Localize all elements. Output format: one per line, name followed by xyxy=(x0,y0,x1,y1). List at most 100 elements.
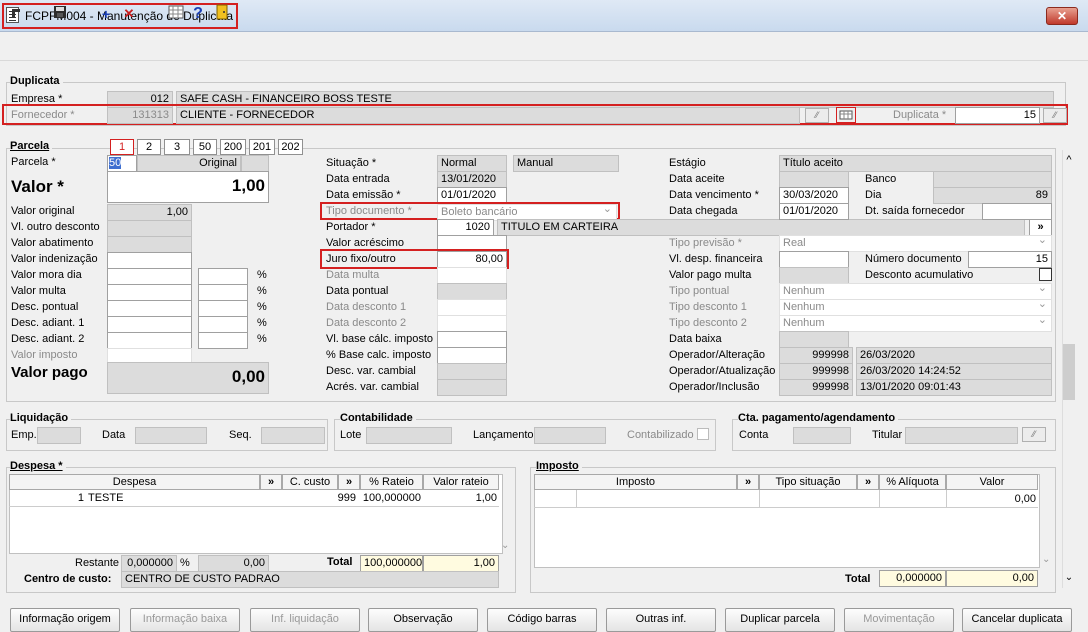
mora-dia-pct-field[interactable] xyxy=(198,268,248,285)
desc-adiant2-field[interactable] xyxy=(107,332,192,349)
data-multa-label: Data multa xyxy=(326,269,380,281)
valor-multa-field[interactable] xyxy=(107,284,192,301)
duplicata-field[interactable]: 15 xyxy=(955,107,1040,124)
data-pontual-field xyxy=(437,283,507,300)
titular-search-button[interactable]: ⁄⁄ xyxy=(1022,427,1046,442)
pct-base-calc-label: % Base calc. imposto xyxy=(326,349,432,361)
scroll-down-icon[interactable]: ⌄ xyxy=(1063,572,1075,583)
imposto-col-arrow1[interactable]: » xyxy=(737,474,759,490)
portador-code-field[interactable]: 1020 xyxy=(437,219,494,236)
juro-field[interactable]: 80,00 xyxy=(437,251,507,268)
tipo-previsao-select[interactable]: Real xyxy=(779,235,1052,252)
tipo-desconto1-select[interactable]: Nenhum xyxy=(779,299,1052,316)
movimentacao-button[interactable]: Movimentação xyxy=(844,608,954,632)
pct-base-calc-field[interactable] xyxy=(437,347,507,364)
fornecedor-label: Fornecedor * xyxy=(11,109,75,121)
pct-label: % xyxy=(257,333,267,345)
liq-data-field xyxy=(135,427,207,444)
numero-documento-field[interactable]: 15 xyxy=(968,251,1052,268)
despesa-col-arrow2[interactable]: » xyxy=(338,474,360,490)
tipo-desconto2-select[interactable]: Nenhum xyxy=(779,315,1052,332)
desconto-acumulativo-checkbox[interactable] xyxy=(1039,268,1052,281)
imposto-row-divider xyxy=(946,490,947,508)
tipo-previsao-label: Tipo previsão * xyxy=(669,237,742,249)
codigo-barras-button[interactable]: Código barras xyxy=(487,608,597,632)
restante-pct-sign: % xyxy=(180,557,190,569)
parcela-tab-50[interactable]: 50 xyxy=(193,139,217,155)
despesa-row-rateio: 100,000000 xyxy=(362,492,421,504)
parcela-tab-202[interactable]: 202 xyxy=(278,139,303,155)
data-desconto1-field xyxy=(437,299,507,316)
imposto-scroll-down-icon[interactable]: ⌄ xyxy=(1042,554,1050,565)
scroll-up-icon[interactable]: ^ xyxy=(1063,154,1075,166)
door-icon[interactable] xyxy=(212,4,232,24)
op-inclusao-date: 13/01/2020 09:01:43 xyxy=(856,379,1052,396)
despesa-total-pct: 100,000000 xyxy=(360,555,423,572)
informacao-origem-button[interactable]: Informação origem xyxy=(10,608,120,632)
parcela-tab-2[interactable]: 2 xyxy=(137,139,161,155)
fornecedor-search-button[interactable]: ⁄⁄ xyxy=(805,108,829,123)
centro-custo-field: CENTRO DE CUSTO PADRAO xyxy=(121,571,499,588)
despesa-scroll-down-icon[interactable]: ⌄ xyxy=(501,540,509,551)
informacao-baixa-button[interactable]: Informação baixa xyxy=(130,608,240,632)
parcela-tab-201[interactable]: 201 xyxy=(249,139,275,155)
duplicata-search-button[interactable]: ⁄⁄ xyxy=(1043,108,1067,123)
valor-indenizacao-field[interactable] xyxy=(107,252,192,269)
despesa-row-ccusto: 999 xyxy=(337,492,356,504)
fornecedor-code-field[interactable]: 131313 xyxy=(107,107,173,124)
multa-pct-field[interactable] xyxy=(198,284,248,301)
desc-adiant1-pct-field[interactable] xyxy=(198,316,248,333)
op-alteracao-label: Operador/Alteração xyxy=(669,349,765,361)
vl-base-calc-field[interactable] xyxy=(437,331,507,348)
duplicata-label: Duplicata * xyxy=(893,109,947,121)
calculator-icon[interactable] xyxy=(166,4,186,24)
parcela-tab-3[interactable]: 3 xyxy=(164,139,190,155)
valor-original-label: Valor original xyxy=(11,205,75,217)
data-chegada-label: Data chegada xyxy=(669,205,738,217)
despesa-col-arrow1[interactable]: » xyxy=(260,474,282,490)
tipo-pontual-select[interactable]: Nenhum xyxy=(779,283,1052,300)
data-desconto1-label: Data desconto 1 xyxy=(326,301,407,313)
parcela-tab-200[interactable]: 200 xyxy=(220,139,246,155)
inf-liquidacao-button[interactable]: Inf. liquidação xyxy=(250,608,360,632)
portador-more-button[interactable]: » xyxy=(1029,219,1052,236)
observacao-button[interactable]: Observação xyxy=(368,608,478,632)
data-chegada-field[interactable]: 01/01/2020 xyxy=(779,203,849,220)
liq-data-label: Data xyxy=(102,429,126,441)
dt-saida-field[interactable] xyxy=(982,203,1052,220)
data-vencimento-field[interactable]: 30/03/2020 xyxy=(779,187,849,204)
imposto-col-imposto: Imposto xyxy=(534,474,737,490)
delete-icon[interactable]: ✕ xyxy=(119,4,139,24)
close-button[interactable]: ✕ xyxy=(1046,7,1078,25)
contabilizado-checkbox[interactable] xyxy=(697,428,709,440)
op-atualizacao-label: Operador/Atualização xyxy=(669,365,776,377)
desc-pontual-field[interactable] xyxy=(107,300,192,317)
imposto-col-arrow2[interactable]: » xyxy=(857,474,879,490)
parcela-tab-1[interactable]: 1 xyxy=(110,139,134,155)
exit-icon[interactable] xyxy=(6,4,26,24)
scrollbar-thumb[interactable] xyxy=(1063,344,1075,400)
data-pontual-label: Data pontual xyxy=(326,285,389,297)
desc-pontual-pct-field[interactable] xyxy=(198,300,248,317)
save-icon[interactable] xyxy=(50,4,70,24)
duplicar-parcela-button[interactable]: Duplicar parcela xyxy=(725,608,835,632)
cancelar-duplicata-button[interactable]: Cancelar duplicata xyxy=(962,608,1072,632)
vl-desp-financeira-field[interactable] xyxy=(779,251,849,268)
contabilidade-section-title: Contabilidade xyxy=(340,412,416,424)
add-icon[interactable]: + xyxy=(96,4,116,24)
valor-field[interactable]: 1,00 xyxy=(107,171,269,203)
lote-field xyxy=(366,427,452,444)
outras-inf-button[interactable]: Outras inf. xyxy=(606,608,716,632)
help-icon[interactable]: ? xyxy=(188,4,208,24)
despesa-col-ccusto: C. custo xyxy=(282,474,338,490)
dia-field: 89 xyxy=(933,187,1052,204)
restante-label: Restante xyxy=(75,557,120,569)
parcela-field[interactable]: 50 xyxy=(107,155,137,172)
despesa-col-rateio: % Rateio xyxy=(360,474,423,490)
valor-mora-dia-field[interactable] xyxy=(107,268,192,285)
desc-adiant1-field[interactable] xyxy=(107,316,192,333)
liq-emp-label: Emp. xyxy=(11,429,37,441)
situacao-field: Normal xyxy=(437,155,507,172)
desc-adiant2-pct-field[interactable] xyxy=(198,332,248,349)
calendar-icon[interactable] xyxy=(836,107,856,123)
